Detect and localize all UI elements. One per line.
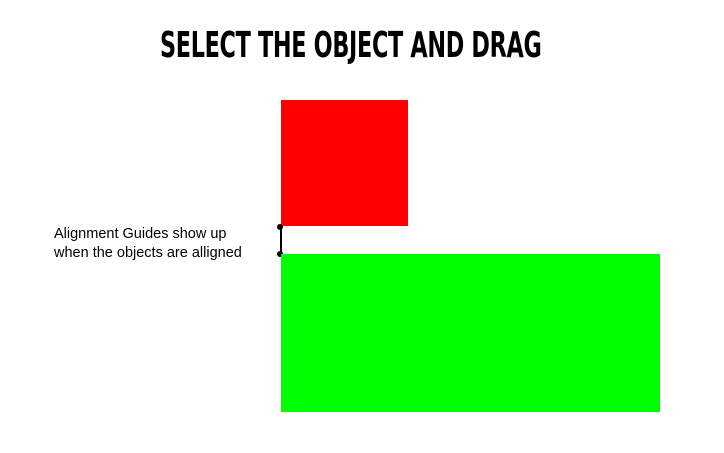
alignment-guide-line xyxy=(280,227,282,254)
canvas: Select the object and drag Alignment Gui… xyxy=(0,0,724,453)
caption-line-2: when the objects are alligned xyxy=(54,245,242,261)
red-square-object[interactable] xyxy=(281,100,408,226)
page-title: Select the object and drag xyxy=(160,25,542,66)
green-rectangle-object[interactable] xyxy=(281,254,660,412)
caption-line-1: Alignment Guides show up xyxy=(54,226,227,242)
guide-endpoint-top-icon xyxy=(277,224,283,230)
alignment-guides-caption: Alignment Guides show up when the object… xyxy=(54,225,276,263)
